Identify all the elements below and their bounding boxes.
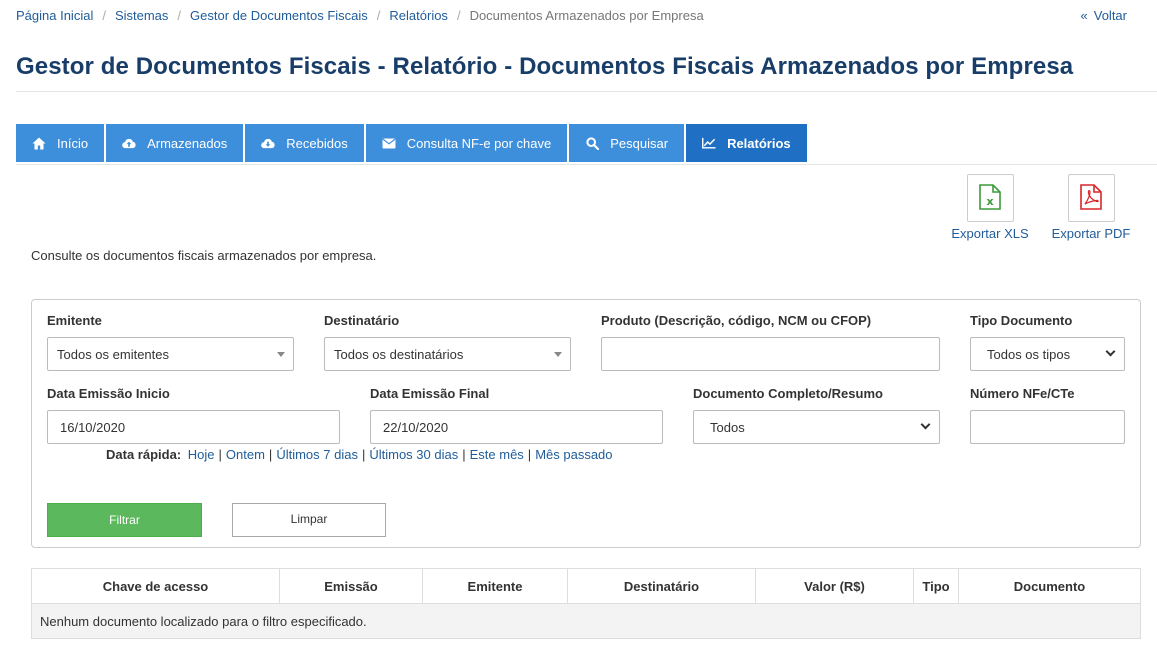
export-pdf-label[interactable]: Exportar PDF bbox=[1041, 226, 1141, 241]
tab-label: Consulta NF-e por chave bbox=[406, 135, 552, 151]
breadcrumb-relatorios[interactable]: Relatórios bbox=[389, 8, 448, 23]
empty-message: Nenhum documento localizado para o filtr… bbox=[31, 603, 1141, 639]
quick-date-30-dias[interactable]: Últimos 30 dias bbox=[369, 447, 458, 462]
column-header-emissao[interactable]: Emissão bbox=[279, 568, 423, 604]
completo-resumo-label: Documento Completo/Resumo bbox=[693, 386, 883, 401]
chevron-down-icon bbox=[920, 419, 931, 430]
quick-date-ontem[interactable]: Ontem bbox=[226, 447, 265, 462]
cloud-download-icon bbox=[261, 136, 275, 150]
clear-button[interactable]: Limpar bbox=[232, 503, 386, 537]
tipo-documento-label: Tipo Documento bbox=[970, 313, 1073, 328]
breadcrumb-home[interactable]: Página Inicial bbox=[16, 8, 93, 23]
produto-label: Produto (Descrição, código, NCM ou CFOP) bbox=[601, 313, 872, 328]
caret-down-icon bbox=[277, 352, 285, 357]
svg-text:x: x bbox=[986, 195, 993, 208]
destinatario-value: Todos os destinatários bbox=[334, 346, 464, 362]
table-header-row: Chave de acesso Emissão Emitente Destina… bbox=[31, 568, 1141, 604]
pdf-file-icon bbox=[1080, 183, 1102, 213]
breadcrumb-sistemas[interactable]: Sistemas bbox=[115, 8, 168, 23]
breadcrumb: Página Inicial / Sistemas / Gestor de Do… bbox=[16, 8, 704, 23]
breadcrumb-separator: / bbox=[376, 8, 381, 23]
filter-button[interactable]: Filtrar bbox=[47, 503, 202, 537]
envelope-icon bbox=[382, 136, 396, 150]
export-pdf-box[interactable] bbox=[1067, 174, 1115, 222]
export-xls-button[interactable]: x Exportar XLS bbox=[940, 174, 1040, 241]
emitente-label: Emitente bbox=[47, 313, 102, 328]
tabs-divider bbox=[16, 164, 1157, 165]
emitente-value: Todos os emitentes bbox=[57, 346, 170, 362]
numero-label: Número NFe/CTe bbox=[970, 386, 1075, 401]
chevron-down-icon bbox=[1105, 346, 1116, 357]
numero-input[interactable] bbox=[970, 410, 1125, 444]
pipe-separator: | bbox=[462, 447, 466, 462]
breadcrumb-separator: / bbox=[102, 8, 106, 23]
column-header-valor[interactable]: Valor (R$) bbox=[755, 568, 914, 604]
filter-panel: Emitente Todos os emitentes Destinatário… bbox=[31, 299, 1141, 548]
tab-bar: Início Armazenados Recebidos Consulta NF… bbox=[16, 124, 809, 162]
data-final-input[interactable]: 22/10/2020 bbox=[370, 410, 663, 444]
tab-consulta-nfe[interactable]: Consulta NF-e por chave bbox=[365, 124, 568, 162]
export-xls-box[interactable]: x bbox=[966, 174, 1014, 222]
pipe-separator: | bbox=[361, 447, 366, 462]
export-xls-label[interactable]: Exportar XLS bbox=[940, 226, 1040, 241]
excel-file-icon: x bbox=[979, 183, 1001, 213]
title-divider bbox=[16, 91, 1157, 92]
pipe-separator: | bbox=[268, 447, 273, 462]
column-header-tipo[interactable]: Tipo bbox=[913, 568, 959, 604]
quick-date-este-mes[interactable]: Este mês bbox=[470, 447, 524, 462]
breadcrumb-separator: / bbox=[177, 8, 182, 23]
table-row: Nenhum documento localizado para o filtr… bbox=[31, 603, 1141, 639]
emitente-select[interactable]: Todos os emitentes bbox=[47, 337, 294, 371]
breadcrumb-separator: / bbox=[456, 8, 461, 23]
tipo-documento-select[interactable]: Todos os tipos bbox=[970, 337, 1125, 371]
data-inicio-input[interactable]: 16/10/2020 bbox=[47, 410, 340, 444]
breadcrumb-current: Documentos Armazenados por Empresa bbox=[469, 8, 704, 23]
results-table: Chave de acesso Emissão Emitente Destina… bbox=[31, 568, 1141, 639]
tab-label: Início bbox=[57, 135, 89, 151]
column-header-emitente[interactable]: Emitente bbox=[422, 568, 568, 604]
search-icon bbox=[585, 136, 599, 150]
data-final-label: Data Emissão Final bbox=[370, 386, 490, 401]
quick-date-7-dias[interactable]: Últimos 7 dias bbox=[276, 447, 358, 462]
data-inicio-label: Data Emissão Inicio bbox=[47, 386, 170, 401]
data-inicio-value: 16/10/2020 bbox=[60, 419, 126, 435]
tab-inicio[interactable]: Início bbox=[16, 124, 105, 162]
tab-pesquisar[interactable]: Pesquisar bbox=[569, 124, 685, 162]
cloud-upload-icon bbox=[122, 136, 136, 150]
page-title: Gestor de Documentos Fiscais - Relatório… bbox=[16, 53, 1074, 80]
double-chevron-left-icon: « bbox=[1080, 8, 1088, 23]
tab-label: Recebidos bbox=[286, 135, 348, 151]
pipe-separator: | bbox=[218, 447, 222, 462]
destinatario-label: Destinatário bbox=[324, 313, 400, 328]
quick-date-links: Data rápida: Hoje | Ontem | Últimos 7 dias | Ú… bbox=[106, 447, 613, 462]
quick-date-label: Data rápida: bbox=[106, 447, 182, 462]
quick-date-mes-passado[interactable]: Mês passado bbox=[535, 447, 612, 462]
tab-label: Pesquisar bbox=[610, 135, 669, 151]
tipo-documento-value: Todos os tipos bbox=[987, 346, 1071, 362]
caret-down-icon bbox=[554, 352, 562, 357]
tab-recebidos[interactable]: Recebidos bbox=[245, 124, 364, 162]
line-chart-icon bbox=[702, 136, 716, 150]
column-header-documento[interactable]: Documento bbox=[958, 568, 1141, 604]
completo-resumo-select[interactable]: Todos bbox=[693, 410, 940, 444]
data-final-value: 22/10/2020 bbox=[383, 419, 449, 435]
home-icon bbox=[32, 136, 46, 150]
quick-date-hoje[interactable]: Hoje bbox=[188, 447, 215, 462]
tab-label: Relatórios bbox=[727, 135, 791, 151]
completo-resumo-value: Todos bbox=[710, 419, 745, 435]
tab-relatorios[interactable]: Relatórios bbox=[686, 124, 807, 162]
back-label: Voltar bbox=[1093, 8, 1127, 23]
destinatario-select[interactable]: Todos os destinatários bbox=[324, 337, 571, 371]
column-header-chave[interactable]: Chave de acesso bbox=[31, 568, 280, 604]
breadcrumb-gestor[interactable]: Gestor de Documentos Fiscais bbox=[190, 8, 368, 23]
tab-label: Armazenados bbox=[147, 135, 228, 151]
pipe-separator: | bbox=[527, 447, 532, 462]
column-header-destinatario[interactable]: Destinatário bbox=[567, 568, 756, 604]
back-link[interactable]: « Voltar bbox=[1081, 8, 1127, 23]
produto-input[interactable] bbox=[601, 337, 940, 371]
intro-text: Consulte os documentos fiscais armazenad… bbox=[31, 248, 377, 263]
export-pdf-button[interactable]: Exportar PDF bbox=[1041, 174, 1141, 241]
tab-armazenados[interactable]: Armazenados bbox=[106, 124, 244, 162]
